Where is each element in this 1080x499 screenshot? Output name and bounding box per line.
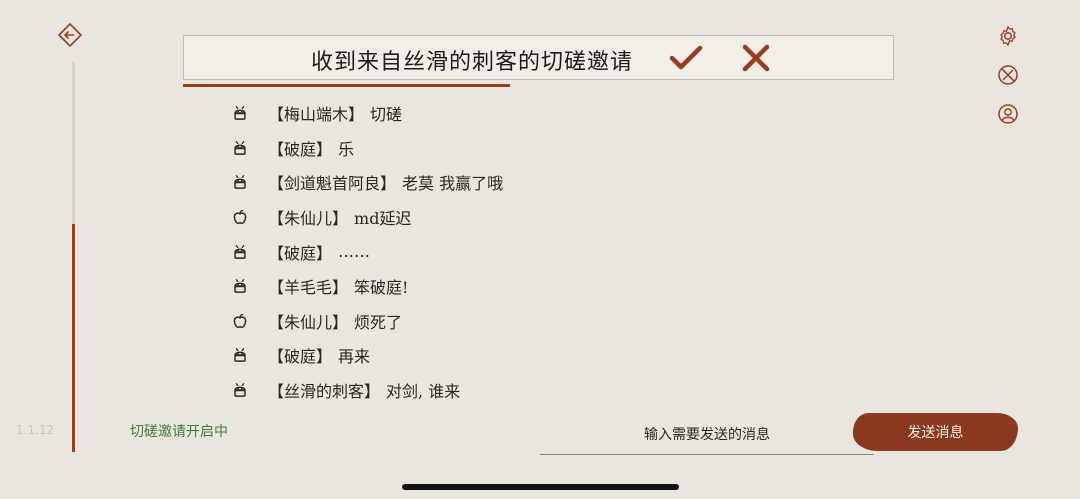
chat-message: 【丝滑的刺客】 对剑, 谁来 — [230, 373, 503, 408]
chat-message: 【剑道魁首阿良】 老莫 我赢了哦 — [230, 165, 503, 200]
chat-message: 【破庭】 …… — [230, 234, 503, 269]
send-message-button[interactable]: 发送消息 — [853, 413, 1018, 451]
invite-timer-bar — [183, 84, 510, 87]
gear-icon[interactable] — [996, 24, 1020, 48]
accept-invite-button[interactable] — [668, 43, 704, 73]
chat-sender-name[interactable]: 【破庭】 — [268, 136, 332, 160]
reject-invite-button[interactable] — [740, 43, 772, 73]
chat-sender-name[interactable]: 【朱仙儿】 — [268, 205, 348, 229]
chat-message-text: md延迟 — [354, 209, 412, 229]
chat-message: 【朱仙儿】 烦死了 — [230, 304, 503, 339]
home-indicator[interactable] — [402, 484, 679, 490]
chat-message-text: 乐 — [338, 139, 355, 159]
android-icon — [230, 103, 250, 123]
chat-message-text: 再来 — [338, 347, 371, 367]
chat-message: 【破庭】 再来 — [230, 338, 503, 373]
chat-message: 【羊毛毛】 笨破庭! — [230, 269, 503, 304]
message-input[interactable] — [540, 416, 874, 455]
chat-scrollbar-thumb[interactable] — [72, 224, 75, 452]
chat-message: 【破庭】乐 — [230, 131, 503, 166]
chat-message-text: 笨破庭! — [354, 278, 409, 298]
chat-message-text: 老莫 我赢了哦 — [402, 174, 504, 194]
duel-invite-banner: 收到来自丝滑的刺客的切磋邀请 — [183, 35, 894, 80]
user-icon[interactable] — [996, 102, 1020, 126]
cross-icon — [742, 44, 770, 72]
chat-scrollbar[interactable] — [72, 62, 75, 452]
chat-message: 【朱仙儿】 md延迟 — [230, 200, 503, 235]
check-icon — [669, 45, 703, 70]
chat-message-text: 烦死了 — [354, 312, 403, 332]
apple-icon — [230, 311, 250, 331]
back-arrow-icon — [57, 22, 83, 48]
version-label: 1.1.12 — [16, 423, 55, 437]
chat-sender-name[interactable]: 【剑道魁首阿良】 — [268, 170, 396, 194]
android-icon — [230, 172, 250, 192]
chat-message-text: 对剑, 谁来 — [386, 382, 461, 402]
chat-sender-name[interactable]: 【破庭】 — [268, 240, 332, 264]
right-toolbar — [996, 24, 1024, 141]
duel-invite-text: 收到来自丝滑的刺客的切磋邀请 — [311, 50, 634, 75]
chat-sender-name[interactable]: 【丝滑的刺客】 — [268, 378, 380, 402]
chat-sender-name[interactable]: 【破庭】 — [268, 343, 332, 367]
chat-message: 【梅山端木】 切磋 — [230, 96, 503, 131]
android-icon — [230, 242, 250, 262]
chat-message-text: …… — [338, 242, 371, 262]
chat-sender-name[interactable]: 【羊毛毛】 — [268, 274, 348, 298]
duel-status-text: 切磋邀请开启中 — [130, 424, 228, 440]
crossed-swords-off-icon[interactable] — [996, 63, 1020, 87]
apple-icon — [230, 207, 250, 227]
chat-sender-name[interactable]: 【朱仙儿】 — [268, 309, 348, 333]
android-icon — [230, 138, 250, 158]
chat-message-text: 切磋 — [370, 105, 403, 125]
android-icon — [230, 380, 250, 400]
back-button[interactable] — [57, 22, 83, 48]
android-icon — [230, 345, 250, 365]
android-icon — [230, 276, 250, 296]
chat-sender-name[interactable]: 【梅山端木】 — [268, 101, 364, 125]
chat-list: 【梅山端木】 切磋 【破庭】乐【剑道魁首阿良】 老莫 我赢了哦 【朱仙儿】 md延迟 【破庭… — [230, 96, 503, 407]
